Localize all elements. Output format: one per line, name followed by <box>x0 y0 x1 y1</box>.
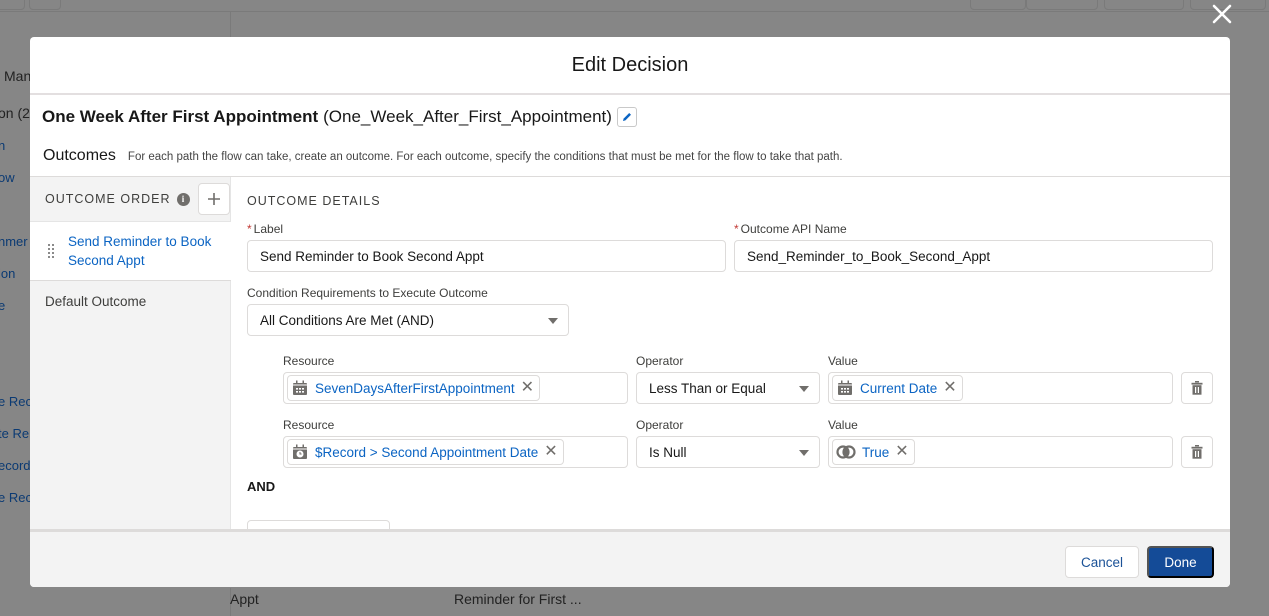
value-pill-text: Current Date <box>860 380 938 396</box>
modal-header: Edit Decision <box>30 37 1230 95</box>
operator-label: Operator <box>636 354 684 368</box>
label-input[interactable]: Send Reminder to Book Second Appt <box>247 240 726 272</box>
element-title: One Week After First Appointment (One_We… <box>42 107 637 127</box>
operator-label: Operator <box>636 418 684 432</box>
outcomes-description: For each path the flow can take, create … <box>127 151 843 163</box>
outcome-order-label: OUTCOME ORDER <box>45 192 171 206</box>
required-marker: * <box>734 222 739 236</box>
operator-value: Is Null <box>649 444 687 460</box>
resource-pill-text: SevenDaysAfterFirstAppointment <box>315 380 515 396</box>
cancel-button[interactable]: Cancel <box>1065 546 1139 578</box>
remove-icon[interactable]: ✕ <box>895 444 908 460</box>
value-pill: Current Date ✕ <box>832 375 963 401</box>
date-time-icon <box>293 444 307 459</box>
drag-handle-icon[interactable] <box>48 244 56 258</box>
label-field-label: * Label <box>247 222 283 236</box>
chevron-down-icon <box>548 318 558 324</box>
api-name-field-label-text: Outcome API Name <box>740 222 847 236</box>
background-sidebar-link: n <box>0 138 6 153</box>
chevron-down-icon <box>799 386 809 392</box>
resource-pill-text: $Record > Second Appointment Date <box>315 444 539 460</box>
trash-icon <box>1191 381 1203 395</box>
background-bottom-text: Appt <box>230 591 259 607</box>
close-icon[interactable] <box>1210 2 1234 26</box>
value-pill-text: True <box>862 444 890 460</box>
outcome-details-header: OUTCOME DETAILS <box>247 194 381 208</box>
value-input[interactable]: True ✕ <box>828 436 1173 468</box>
outcomes-section-header: Outcomes For each path the flow can take… <box>43 147 843 165</box>
remove-icon[interactable]: ✕ <box>943 380 956 396</box>
plus-icon <box>207 193 220 205</box>
value-label: Value <box>828 354 858 368</box>
condition-requirements-value: All Conditions Are Met (AND) <box>260 312 435 328</box>
calendar-icon <box>838 380 852 395</box>
value-pill: True ✕ <box>832 439 915 465</box>
background-topbar <box>0 0 1269 12</box>
background-button <box>1026 0 1098 10</box>
resource-label: Resource <box>283 354 335 368</box>
resource-label: Resource <box>283 418 335 432</box>
api-name-field-label: * Outcome API Name <box>734 222 847 236</box>
resource-pill: SevenDaysAfterFirstAppointment ✕ <box>287 375 540 401</box>
add-outcome-button[interactable] <box>197 183 230 215</box>
background-sidebar-text: Man <box>4 68 32 84</box>
background-sidebar-link: ion <box>0 266 16 281</box>
outcome-list-item-default[interactable]: Default Outcome <box>30 281 230 321</box>
label-input-value: Send Reminder to Book Second Appt <box>260 248 484 264</box>
outcomes-title: Outcomes <box>43 147 116 164</box>
remove-icon[interactable]: ✕ <box>521 380 534 396</box>
resource-pill: $Record > Second Appointment Date ✕ <box>287 439 564 465</box>
element-label: One Week After First Appointment <box>42 107 319 126</box>
delete-condition-button[interactable] <box>1181 436 1213 468</box>
background-sidebar-link: e Rec <box>0 394 32 409</box>
label-field-label-text: Label <box>253 222 284 236</box>
background-button <box>0 0 25 10</box>
background-sidebar-link: nmer <box>0 234 28 249</box>
info-icon[interactable]: i <box>176 192 190 206</box>
background-button <box>1104 0 1184 10</box>
condition-logic-label: AND <box>247 479 276 494</box>
boolean-icon <box>836 445 856 459</box>
api-name-input[interactable]: Send_Reminder_to_Book_Second_Appt <box>734 240 1213 272</box>
condition-requirements-select[interactable]: All Conditions Are Met (AND) <box>247 304 569 336</box>
element-api-name: (One_Week_After_First_Appointment) <box>323 107 612 126</box>
api-name-input-value: Send_Reminder_to_Book_Second_Appt <box>747 248 991 264</box>
background-sidebar-link: e Rec <box>0 490 32 505</box>
outcome-list-item-active[interactable]: Send Reminder to Book Second Appt <box>30 221 231 281</box>
modal-title: Edit Decision <box>571 53 689 76</box>
delete-condition-button[interactable] <box>1181 372 1213 404</box>
calendar-icon <box>293 380 307 395</box>
background-bottom-text: Reminder for First ... <box>454 591 582 607</box>
background-sidebar-link: e <box>0 298 6 313</box>
background-sidebar-link: ecord <box>0 458 31 473</box>
edit-decision-modal: Edit Decision One Week After First Appoi… <box>30 37 1230 587</box>
outcome-item-label: Send Reminder to Book Second Appt <box>68 234 212 268</box>
outcome-order-header: OUTCOME ORDER i <box>30 177 230 221</box>
background-button <box>29 0 61 10</box>
background-button <box>970 0 1026 10</box>
background-sidebar-link: te Re <box>0 426 30 441</box>
chevron-down-icon <box>799 450 809 456</box>
operator-value: Less Than or Equal <box>649 380 766 396</box>
outcome-order-panel: OUTCOME ORDER i Send Reminder to Book Se… <box>30 177 231 529</box>
resource-input[interactable]: SevenDaysAfterFirstAppointment ✕ <box>283 372 628 404</box>
value-input[interactable]: Current Date ✕ <box>828 372 1173 404</box>
done-button[interactable]: Done <box>1147 546 1214 578</box>
condition-requirements-label: Condition Requirements to Execute Outcom… <box>247 286 488 300</box>
operator-select[interactable]: Less Than or Equal <box>636 372 820 404</box>
trash-icon <box>1191 445 1203 459</box>
edit-element-button[interactable] <box>616 107 637 127</box>
pencil-icon <box>622 113 631 121</box>
value-label: Value <box>828 418 858 432</box>
background-sidebar-link: ow <box>0 170 15 185</box>
modal-footer: Cancel Done <box>30 529 1230 587</box>
outcome-item-label: Default Outcome <box>45 293 147 309</box>
resource-input[interactable]: $Record > Second Appointment Date ✕ <box>283 436 628 468</box>
operator-select[interactable]: Is Null <box>636 436 820 468</box>
required-marker: * <box>247 222 252 236</box>
remove-icon[interactable]: ✕ <box>544 444 557 460</box>
